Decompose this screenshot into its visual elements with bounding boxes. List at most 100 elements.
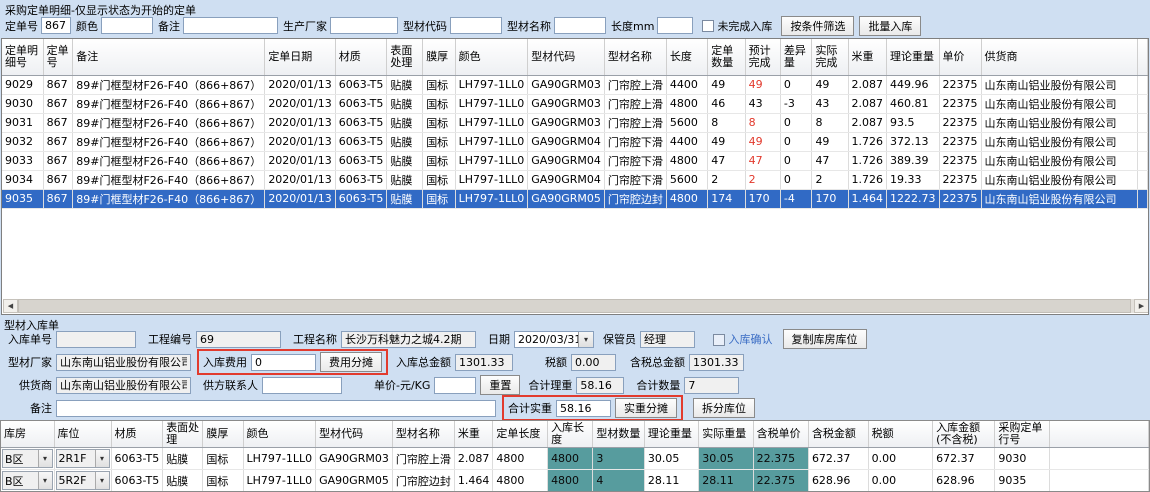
cell[interactable]: 国标 (423, 170, 455, 189)
cell[interactable]: 49 (708, 75, 745, 94)
cell[interactable]: 174 (708, 189, 745, 208)
column-header[interactable]: 材质 (111, 421, 163, 448)
column-header[interactable]: 型材名称 (392, 421, 454, 448)
column-header[interactable]: 膜厚 (203, 421, 243, 448)
cell[interactable]: 山东南山铝业股份有限公司 (981, 113, 1137, 132)
cell[interactable]: LH797-1LL0 (455, 189, 528, 208)
cell[interactable]: 山东南山铝业股份有限公司 (981, 75, 1137, 94)
cell[interactable]: 4800 (493, 448, 548, 470)
cell[interactable]: 山东南山铝业股份有限公司 (981, 170, 1137, 189)
cell[interactable]: GA90GRM04 (528, 170, 605, 189)
cell[interactable]: 5600 (666, 113, 707, 132)
table-row[interactable]: 903486789#门框型材F26-F40（866+867）2020/01/13… (2, 170, 1148, 189)
cell[interactable]: 22375 (939, 151, 981, 170)
cell[interactable]: 47 (708, 151, 745, 170)
cell[interactable]: 2.087 (848, 75, 887, 94)
cell[interactable]: 43 (745, 94, 780, 113)
order-no-input[interactable] (41, 17, 71, 34)
cell[interactable]: 4800 (666, 189, 707, 208)
table-row[interactable]: 902986789#门框型材F26-F40（866+867）2020/01/13… (2, 75, 1148, 94)
date-picker[interactable]: 2020/03/31 ▾ (514, 331, 594, 348)
cell[interactable]: 国标 (423, 132, 455, 151)
cell[interactable]: 19.33 (887, 170, 940, 189)
actual-weight-input[interactable] (556, 400, 611, 417)
cell[interactable]: 国标 (423, 113, 455, 132)
cell[interactable]: 国标 (423, 151, 455, 170)
cell[interactable]: 0.00 (868, 470, 933, 492)
table-row[interactable]: B区▾5R2F▾6063-T5贴膜国标LH797-1LL0GA90GRM05门帘… (1, 470, 1149, 492)
cell[interactable]: 672.37 (808, 448, 868, 470)
column-header[interactable]: 库位 (54, 421, 111, 448)
cell[interactable]: 22375 (939, 94, 981, 113)
cell[interactable]: 6063-T5 (111, 470, 163, 492)
cell[interactable]: 4400 (666, 75, 707, 94)
actual-weight-share-button[interactable]: 实重分摊 (615, 398, 677, 418)
theory-weight-input[interactable] (576, 377, 624, 394)
cell[interactable]: 6063-T5 (335, 151, 387, 170)
cell[interactable]: 9031 (2, 113, 43, 132)
cell[interactable]: 门帘腔下滑 (604, 132, 666, 151)
cell[interactable]: 6063-T5 (111, 448, 163, 470)
cell[interactable]: 460.81 (887, 94, 940, 113)
cell[interactable]: 867 (43, 75, 73, 94)
cell[interactable]: LH797-1LL0 (455, 113, 528, 132)
cell[interactable]: 4800 (548, 448, 593, 470)
cell[interactable]: 山东南山铝业股份有限公司 (981, 189, 1137, 208)
column-header[interactable]: 预计完成 (745, 39, 780, 75)
table-row[interactable]: 903586789#门框型材F26-F40（866+867）2020/01/13… (2, 189, 1148, 208)
cell[interactable]: 8 (812, 113, 848, 132)
cell[interactable]: LH797-1LL0 (455, 170, 528, 189)
cell[interactable]: 2020/01/13 (265, 132, 335, 151)
column-header[interactable]: 备注 (73, 39, 265, 75)
project-name-input[interactable] (341, 331, 476, 348)
cell[interactable]: 22375 (939, 189, 981, 208)
cell[interactable]: 2R1F▾ (54, 448, 111, 470)
cell[interactable]: 门帘腔边封 (604, 189, 666, 208)
total-amount-input[interactable] (455, 354, 513, 371)
cell-dropdown[interactable]: 2R1F▾ (56, 449, 110, 468)
cell[interactable]: 5R2F▾ (54, 470, 111, 492)
cell[interactable]: 国标 (203, 470, 243, 492)
cell[interactable]: GA90GRM04 (528, 132, 605, 151)
manufacturer-input[interactable] (330, 17, 398, 34)
cell[interactable]: 2 (708, 170, 745, 189)
keeper-input[interactable] (640, 331, 695, 348)
column-header[interactable]: 差异量 (780, 39, 812, 75)
cell[interactable]: 国标 (423, 75, 455, 94)
column-header[interactable]: 入库金额(不含税) (933, 421, 995, 448)
cell[interactable]: 0 (780, 113, 812, 132)
cell[interactable]: 89#门框型材F26-F40（866+867） (73, 151, 265, 170)
project-no-input[interactable] (196, 331, 281, 348)
cell[interactable]: 867 (43, 132, 73, 151)
factory-input[interactable] (56, 354, 191, 371)
cell[interactable]: 国标 (203, 448, 243, 470)
cell[interactable]: 门帘腔上滑 (392, 448, 454, 470)
column-header[interactable]: 型材代码 (528, 39, 605, 75)
cell[interactable]: 89#门框型材F26-F40（866+867） (73, 170, 265, 189)
cell[interactable]: GA90GRM04 (528, 151, 605, 170)
cell[interactable]: 46 (708, 94, 745, 113)
column-header[interactable]: 表面处理 (387, 39, 423, 75)
cell[interactable]: 门帘腔上滑 (604, 113, 666, 132)
cell[interactable]: 国标 (423, 94, 455, 113)
cell[interactable]: 0.00 (868, 448, 933, 470)
cell[interactable]: 2020/01/13 (265, 94, 335, 113)
column-header[interactable]: 米重 (848, 39, 887, 75)
cell[interactable]: 43 (812, 94, 848, 113)
column-header[interactable]: 型材代码 (316, 421, 393, 448)
cell[interactable]: 628.96 (808, 470, 868, 492)
length-input[interactable] (657, 17, 693, 34)
cell[interactable]: LH797-1LL0 (243, 448, 316, 470)
column-header[interactable]: 颜色 (243, 421, 316, 448)
cell[interactable]: 4800 (493, 470, 548, 492)
column-header[interactable]: 定单日期 (265, 39, 335, 75)
cell[interactable]: GA90GRM05 (528, 189, 605, 208)
cell[interactable]: 2020/01/13 (265, 151, 335, 170)
cell[interactable]: 门帘腔上滑 (604, 94, 666, 113)
cell[interactable]: 2.087 (454, 448, 493, 470)
profile-name-input[interactable] (554, 17, 606, 34)
cell[interactable]: -4 (780, 189, 812, 208)
cell[interactable]: -3 (780, 94, 812, 113)
tax-total-input[interactable] (689, 354, 744, 371)
cell[interactable]: 9033 (2, 151, 43, 170)
